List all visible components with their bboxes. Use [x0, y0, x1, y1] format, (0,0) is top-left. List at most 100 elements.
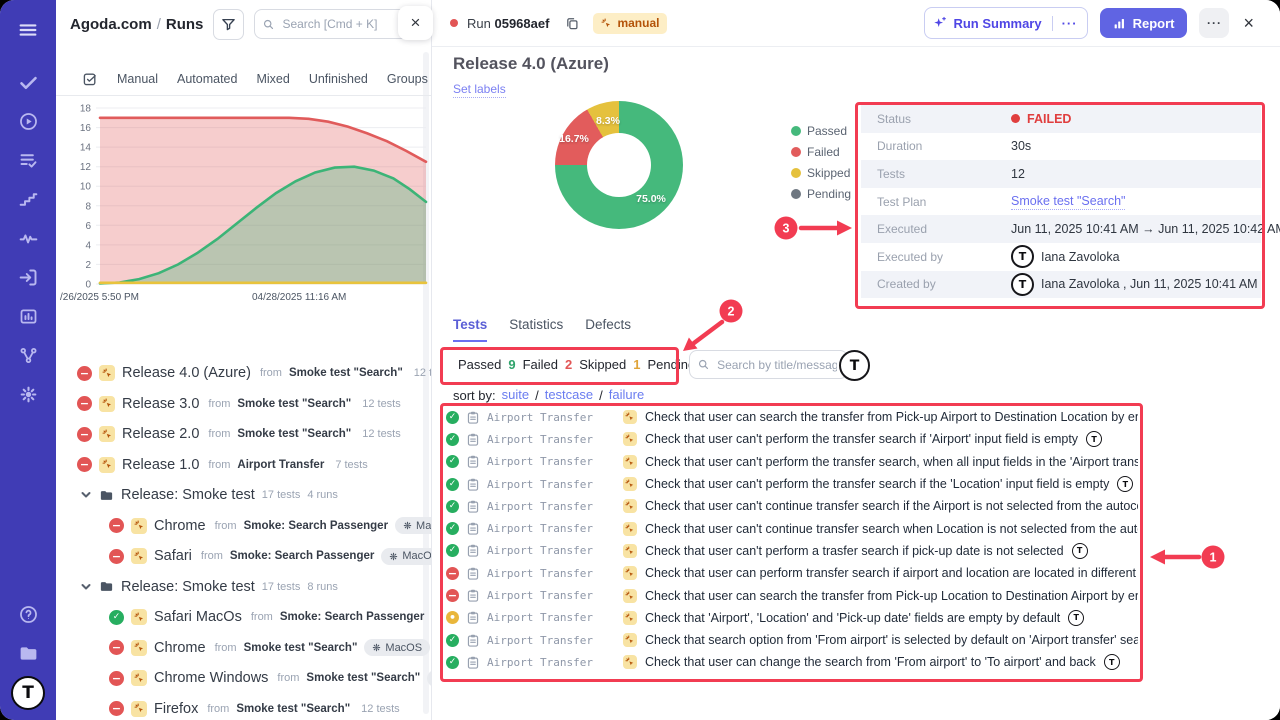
test-suite-name: Airport Transfer [487, 478, 615, 491]
manual-run-icon [99, 457, 115, 473]
test-row[interactable]: Airport Transfer Check that 'Airport', '… [446, 607, 1138, 629]
env-badge: Windows [427, 670, 431, 687]
runs-trend-chart: 024681012141618/26/2025 5:50 PM04/28/202… [56, 95, 431, 308]
runs-search-input[interactable] [280, 16, 405, 32]
run-list-item[interactable]: Safari from Smoke: Search Passenger MacO… [56, 541, 431, 572]
tab-mixed[interactable]: Mixed [256, 72, 289, 86]
run-list-item[interactable]: Release 2.0 from Smoke test "Search" 12 … [56, 419, 431, 450]
failed-count: 2 [565, 357, 572, 372]
run-list-item[interactable]: Chrome from Smoke test "Search" MacOS Ch… [56, 633, 431, 664]
tab-tests[interactable]: Tests [453, 317, 487, 342]
menu-icon[interactable] [0, 10, 56, 49]
test-title: Check that user can change the search fr… [645, 655, 1096, 669]
run-list-item[interactable]: Firefox from Smoke test "Search" 12 test… [56, 694, 431, 720]
run-status-icon [109, 671, 124, 686]
run-list-item[interactable]: Release 1.0 from Airport Transfer 7 test… [56, 450, 431, 481]
assignee-filter-avatar[interactable]: T [839, 350, 870, 381]
tab-defects[interactable]: Defects [585, 317, 631, 342]
more-options-button[interactable]: ··· [1199, 8, 1229, 38]
run-plan: Smoke test "Search" [244, 642, 358, 654]
filter-funnel-button[interactable] [213, 9, 244, 40]
close-icon: × [411, 13, 421, 33]
test-row[interactable]: Airport Transfer Check that search optio… [446, 629, 1138, 651]
run-plan: Smoke test "Search" [306, 672, 420, 684]
test-status-icon [446, 500, 459, 513]
run-name: Release 3.0 [122, 396, 199, 412]
assignee-avatar: T [1117, 476, 1133, 492]
panel-close-button[interactable]: × [398, 6, 433, 40]
run-list-item[interactable]: Chrome Windows from Smoke test "Search" … [56, 663, 431, 694]
test-row[interactable]: Airport Transfer Check that user can't c… [446, 495, 1138, 517]
nav-branches-icon[interactable] [0, 336, 56, 375]
test-row[interactable]: Airport Transfer Check that user can per… [446, 562, 1138, 584]
manual-test-icon [623, 544, 637, 558]
nav-import-icon[interactable] [0, 258, 56, 297]
detail-row-executed-by: Executed by TIana Zavoloka [861, 243, 1261, 271]
run-name: Release 4.0 (Azure) [122, 365, 251, 381]
test-suite-name: Airport Transfer [487, 656, 615, 669]
nav-runs-play-icon[interactable] [0, 102, 56, 141]
nav-milestones-steps-icon[interactable] [0, 180, 56, 219]
run-name: Release 2.0 [122, 426, 199, 442]
report-button[interactable]: Report [1100, 8, 1188, 38]
close-run-icon[interactable]: × [1243, 13, 1254, 34]
help-icon[interactable] [0, 595, 56, 634]
run-list-item[interactable]: Safari MacOs from Smoke: Search Passenge… [56, 602, 431, 633]
tab-statistics[interactable]: Statistics [509, 317, 563, 342]
tests-search-input[interactable] [715, 357, 839, 373]
test-title: Check that user can't perform the transf… [645, 477, 1109, 491]
nav-plans-list-icon[interactable] [0, 141, 56, 180]
sort-by-testcase[interactable]: testcase [545, 387, 593, 404]
test-suite-name: Airport Transfer [487, 611, 615, 624]
run-plan: Smoke: Search Passenger [280, 611, 424, 623]
search-icon [698, 358, 709, 371]
test-row[interactable]: Airport Transfer Check that user can sea… [446, 406, 1138, 428]
nav-tests-check-icon[interactable] [0, 63, 56, 102]
env-badge: MacOS [381, 548, 431, 565]
run-summary-more[interactable]: ··· [1052, 16, 1087, 31]
manual-test-icon [623, 477, 637, 491]
avatar: T [1011, 273, 1034, 296]
run-name: Chrome [154, 518, 206, 534]
breadcrumb-project[interactable]: Agoda.com [70, 16, 152, 33]
test-status-icon [446, 544, 459, 557]
run-summary-button[interactable]: Run Summary ··· [924, 7, 1087, 39]
tab-unfinished[interactable]: Unfinished [309, 72, 368, 86]
select-runs-icon[interactable] [82, 71, 98, 87]
set-labels-link[interactable]: Set labels [453, 82, 506, 98]
run-group-row[interactable]: Release: Smoke test 17 tests 4 runs [56, 480, 431, 511]
test-row[interactable]: Airport Transfer Check that user can't p… [446, 540, 1138, 562]
run-name: Chrome Windows [154, 670, 268, 686]
testomat-logo[interactable]: T [0, 673, 56, 712]
sort-by-suite[interactable]: suite [502, 387, 529, 404]
run-list-item[interactable]: Chrome from Smoke: Search Passenger MacO… [56, 511, 431, 542]
tab-automated[interactable]: Automated [177, 72, 237, 86]
test-row[interactable]: Airport Transfer Check that user can't p… [446, 428, 1138, 450]
test-status-icon [446, 611, 459, 624]
env-badge: MacOS [395, 517, 431, 534]
run-title: Release 4.0 (Azure) [453, 54, 609, 74]
chevron-down-icon[interactable] [80, 581, 92, 593]
test-title: Check that user can search the transfer … [645, 410, 1138, 424]
nav-settings-gear-icon[interactable] [0, 375, 56, 414]
nav-activity-pulse-icon[interactable] [0, 219, 56, 258]
test-row[interactable]: Airport Transfer Check that user can't c… [446, 517, 1138, 539]
test-row[interactable]: Airport Transfer Check that user can cha… [446, 651, 1138, 673]
manual-test-icon [623, 589, 637, 603]
test-row[interactable]: Airport Transfer Check that user can't p… [446, 451, 1138, 473]
run-group-row[interactable]: Release: Smoke test 17 tests 8 runs [56, 572, 431, 603]
test-plan-link[interactable]: Smoke test "Search" [1011, 194, 1125, 210]
run-list-item[interactable]: Release 4.0 (Azure) from Smoke test "Sea… [56, 358, 431, 389]
chevron-down-icon[interactable] [80, 489, 92, 501]
copy-icon[interactable] [561, 12, 583, 34]
donut-passed-label: 75.0% [636, 193, 666, 205]
nav-reports-chart-icon[interactable] [0, 297, 56, 336]
tab-groups[interactable]: Groups [387, 72, 428, 86]
test-row[interactable]: Airport Transfer Check that user can sea… [446, 584, 1138, 606]
docs-folder-icon[interactable] [0, 634, 56, 673]
test-row[interactable]: Airport Transfer Check that user can't p… [446, 473, 1138, 495]
sort-by-failure[interactable]: failure [609, 387, 644, 404]
manual-run-icon [99, 365, 115, 381]
run-list-item[interactable]: Release 3.0 from Smoke test "Search" 12 … [56, 389, 431, 420]
tab-manual[interactable]: Manual [117, 72, 158, 86]
